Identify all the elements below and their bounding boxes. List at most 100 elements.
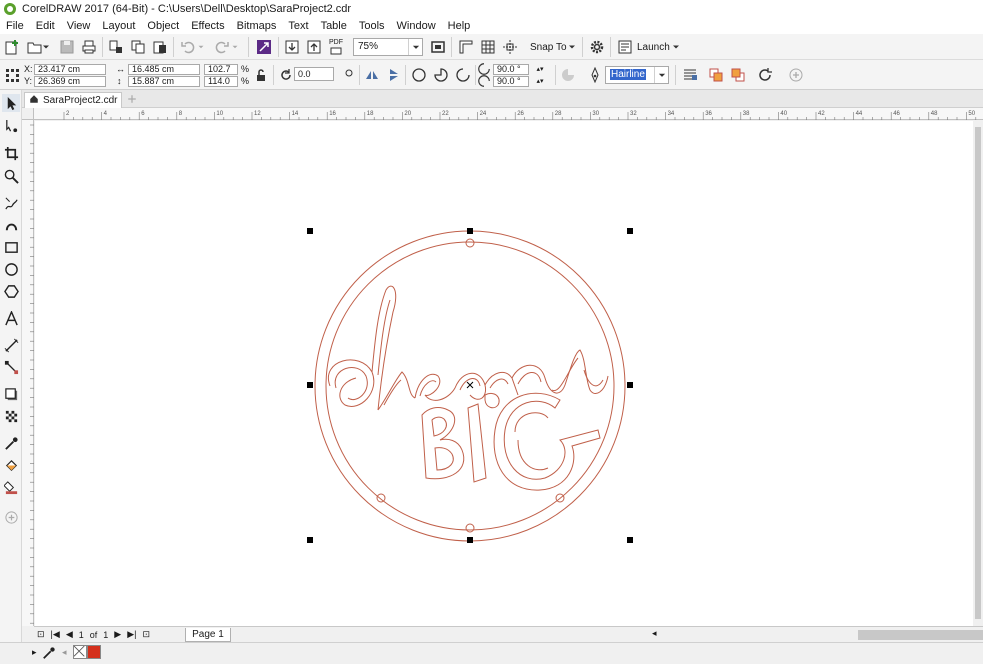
handle-bottom-left[interactable] [307, 537, 313, 543]
show-guidelines-icon[interactable] [500, 37, 520, 57]
interactive-fill-tool-icon[interactable] [2, 456, 20, 474]
connector-tool-icon[interactable] [2, 358, 20, 376]
red-color-swatch[interactable] [87, 645, 101, 659]
outer-ring[interactable] [314, 230, 626, 542]
snap-to-dropdown-icon[interactable] [566, 37, 578, 57]
menu-object[interactable]: Object [141, 20, 185, 32]
horizontal-scrollbar-thumb[interactable] [858, 630, 983, 640]
add-tool-icon[interactable] [2, 508, 20, 526]
handle-top-right[interactable] [627, 228, 633, 234]
redo-icon[interactable] [212, 37, 232, 57]
arc-direction-icon[interactable] [558, 65, 578, 85]
launch-dropdown-icon[interactable] [670, 37, 682, 57]
export-icon[interactable] [304, 37, 324, 57]
drawing-canvas[interactable] [35, 121, 973, 626]
text-tool-icon[interactable] [2, 309, 20, 327]
letter-b-inner[interactable] [431, 416, 454, 471]
dream-script-outer[interactable] [327, 285, 609, 411]
rotation-angle-field[interactable]: 0.0 [294, 67, 334, 81]
pick-tool-icon[interactable] [2, 94, 20, 112]
vertical-ruler[interactable] [22, 120, 34, 626]
palette-scroll-left-icon[interactable]: ◂ [62, 647, 67, 658]
mirror-vertical-icon[interactable] [384, 65, 404, 85]
parallel-dimension-tool-icon[interactable] [2, 336, 20, 354]
publish-pdf-icon[interactable]: PDF [326, 37, 346, 57]
freehand-tool-icon[interactable] [2, 194, 20, 212]
ruler-corner[interactable] [22, 108, 34, 120]
new-document-icon[interactable] [2, 37, 22, 57]
wrap-text-icon[interactable] [680, 65, 700, 85]
arc-icon[interactable] [453, 65, 473, 85]
zoom-tool-icon[interactable] [2, 167, 20, 185]
menu-tools[interactable]: Tools [353, 20, 391, 32]
menu-file[interactable]: File [0, 20, 30, 32]
horizontal-ruler[interactable]: 2 4 6 8 10 12 14 16 18 20 22 24 26 28 30 32 34 36 38 40 42 44… [34, 108, 983, 120]
pie-icon[interactable] [431, 65, 451, 85]
vertical-scrollbar-thumb[interactable] [975, 127, 981, 619]
cut-icon[interactable] [106, 37, 126, 57]
copy-icon[interactable] [128, 37, 148, 57]
save-icon[interactable] [57, 37, 77, 57]
menu-window[interactable]: Window [391, 20, 442, 32]
options-gear-icon[interactable] [587, 37, 607, 57]
end-angle-field[interactable]: 90.0 ° [493, 76, 529, 87]
show-grid-icon[interactable] [478, 37, 498, 57]
letter-g-inner[interactable] [514, 412, 549, 471]
menu-help[interactable]: Help [442, 20, 477, 32]
ellipse-tool-icon[interactable] [2, 260, 20, 278]
handle-middle-right[interactable] [627, 382, 633, 388]
first-page-icon[interactable]: |◀ [48, 629, 63, 640]
snap-to-label[interactable]: Snap To [530, 42, 567, 53]
artistic-media-tool-icon[interactable] [2, 216, 20, 234]
mirror-horizontal-icon[interactable] [362, 65, 382, 85]
drop-shadow-tool-icon[interactable] [2, 385, 20, 403]
menu-text[interactable]: Text [282, 20, 314, 32]
handle-middle-left[interactable] [307, 382, 313, 388]
transparency-tool-icon[interactable] [2, 407, 20, 425]
hanging-hole-left[interactable] [376, 493, 386, 503]
start-angle-field[interactable]: 90.0 ° [493, 64, 529, 75]
to-back-icon[interactable] [728, 65, 748, 85]
palette-eyedropper-icon[interactable] [42, 646, 56, 660]
lock-ratio-icon[interactable] [251, 65, 271, 85]
menu-layout[interactable]: Layout [96, 20, 141, 32]
redo-dropdown-icon[interactable] [230, 37, 240, 57]
x-position-field[interactable]: 23.417 cm [34, 64, 106, 75]
menu-effects[interactable]: Effects [185, 20, 230, 32]
y-position-field[interactable]: 26.369 cm [34, 76, 106, 87]
eyedropper-tool-icon[interactable] [2, 434, 20, 452]
to-front-icon[interactable] [706, 65, 726, 85]
open-dropdown-icon[interactable] [40, 37, 52, 57]
zoom-level-combo[interactable]: 75% [353, 38, 423, 56]
last-page-icon[interactable]: ▶| [124, 629, 139, 640]
polygon-tool-icon[interactable] [2, 282, 20, 300]
rectangle-tool-icon[interactable] [2, 238, 20, 256]
handle-bottom-right[interactable] [627, 537, 633, 543]
prev-page-icon[interactable]: ◀ [63, 629, 76, 640]
ellipse-icon[interactable] [409, 65, 429, 85]
menu-view[interactable]: View [61, 20, 97, 32]
letter-i-dot[interactable] [484, 392, 500, 409]
full-screen-preview-icon[interactable] [428, 37, 448, 57]
crop-tool-icon[interactable] [2, 144, 20, 162]
end-angle-spinner[interactable]: ▴▾ [530, 75, 550, 86]
center-marker-icon[interactable] [466, 381, 474, 389]
paste-icon[interactable] [150, 37, 170, 57]
shape-tool-icon[interactable] [2, 117, 20, 135]
add-icon[interactable] [786, 65, 806, 85]
smart-fill-tool-icon[interactable] [2, 478, 20, 496]
scale-y-field[interactable]: 114.0 [204, 76, 238, 87]
hanging-hole-top[interactable] [465, 238, 475, 248]
search-content-icon[interactable] [254, 37, 274, 57]
page-1-tab[interactable]: Page 1 [185, 628, 231, 642]
object-origin-icon[interactable] [2, 65, 22, 85]
document-tab[interactable]: SaraProject2.cdr [24, 92, 122, 108]
menu-bitmaps[interactable]: Bitmaps [231, 20, 283, 32]
outline-width-combo[interactable]: Hairline [605, 66, 669, 84]
palette-expand-icon[interactable]: ▸ [32, 647, 37, 658]
scale-x-field[interactable]: 102.7 [204, 64, 238, 75]
inner-ring[interactable] [325, 241, 615, 531]
hanging-hole-bottom[interactable] [465, 523, 475, 533]
undo-icon[interactable] [178, 37, 198, 57]
import-icon[interactable] [282, 37, 302, 57]
